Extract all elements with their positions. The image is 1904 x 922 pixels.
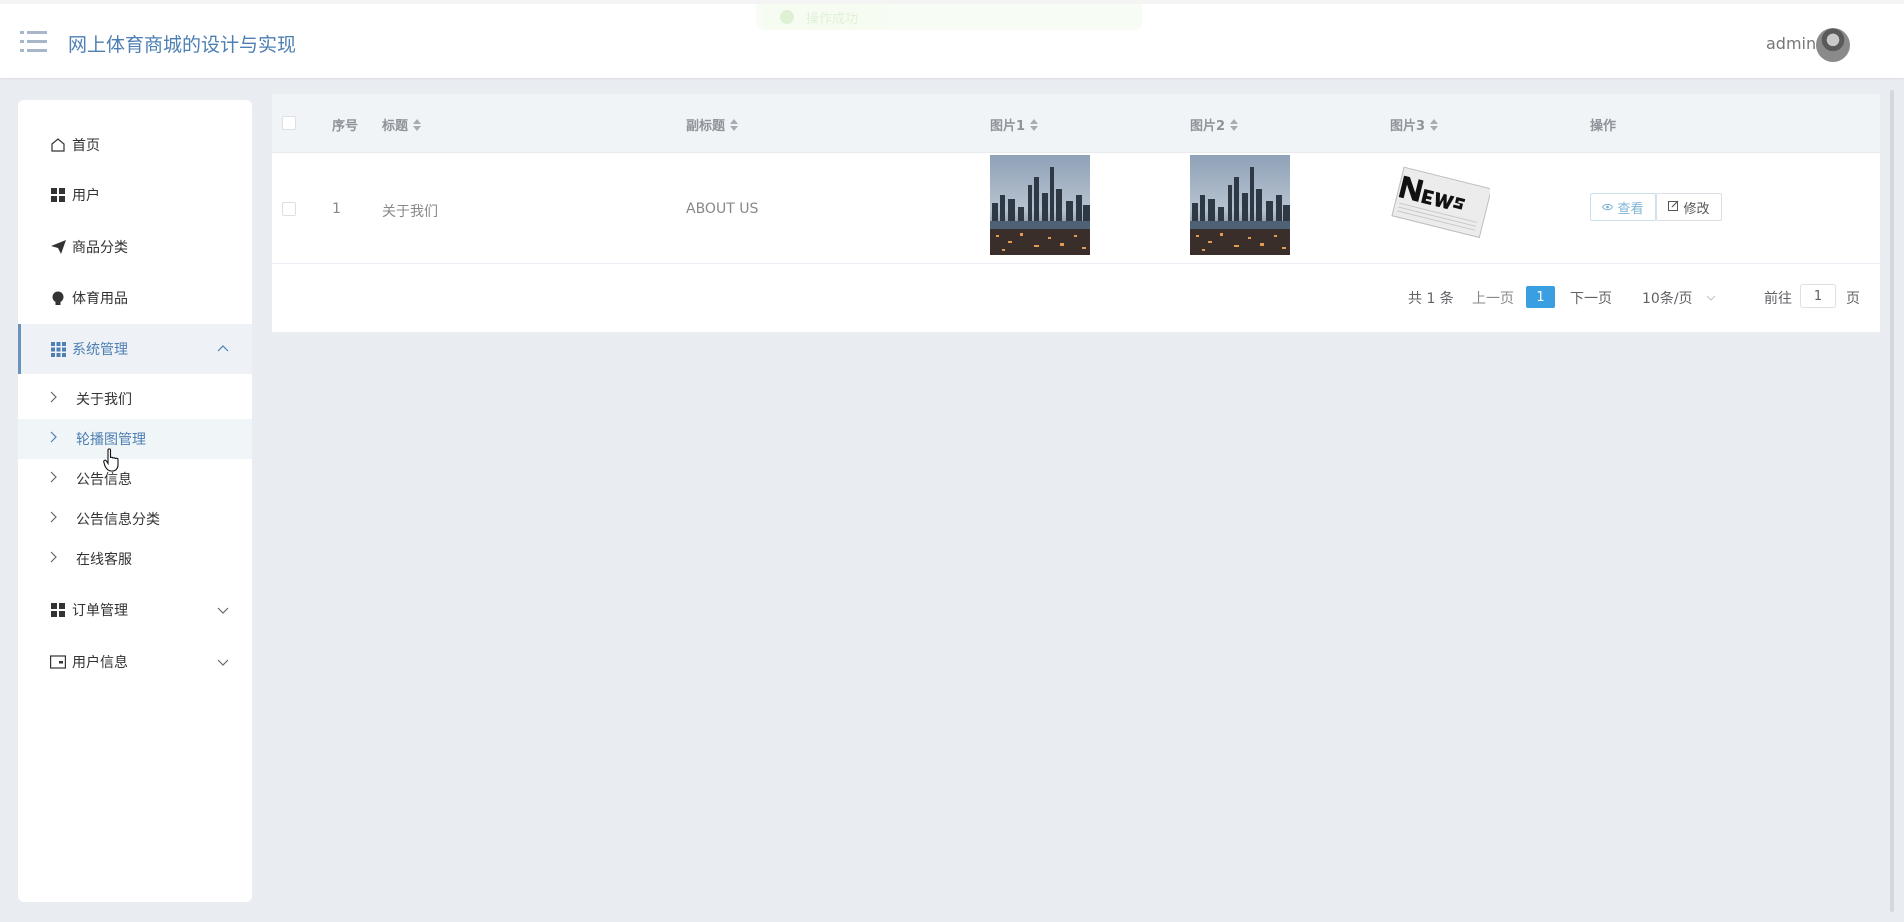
total-count: 共 1 条	[1408, 291, 1454, 307]
city-skyline-image[interactable]	[990, 155, 1090, 255]
row-checkbox[interactable]	[282, 202, 296, 216]
column-header-label: 图片1	[990, 119, 1026, 134]
column-header[interactable]: 图片1	[990, 115, 1039, 134]
chevron-down-icon[interactable]	[1706, 290, 1716, 306]
top-header: 网上体育商城的设计与实现 操作成功 admin	[0, 0, 1904, 78]
submenu-item-about[interactable]: 关于我们	[18, 379, 252, 419]
next-page-button[interactable]: 下一页	[1570, 288, 1612, 308]
sidebar-item-orders[interactable]: 订单管理	[18, 585, 252, 635]
goto-prefix: 前往	[1764, 291, 1792, 307]
sidebar-item-label: 用户信息	[72, 655, 128, 671]
submenu-item-notice-categories[interactable]: 公告信息分类	[18, 499, 252, 539]
sidebar-item-label: 用户	[72, 188, 100, 204]
submenu-item-carousel[interactable]: 轮播图管理	[18, 419, 252, 459]
paper-plane-icon	[50, 239, 66, 255]
sort-icon[interactable]	[730, 118, 739, 131]
table-row: 1 关于我们 ABOUT US 查看 修改	[272, 154, 1880, 264]
chevron-down-icon	[216, 655, 230, 669]
home-icon	[50, 137, 66, 153]
page-number-current[interactable]: 1	[1526, 286, 1555, 308]
column-header: 序号	[332, 115, 358, 134]
page-scrollbar[interactable]	[1890, 90, 1894, 912]
column-header-label: 序号	[332, 119, 359, 134]
column-header: 操作	[1590, 115, 1616, 134]
sidebar-item-user-info[interactable]: 用户信息	[18, 637, 252, 687]
sort-icon[interactable]	[1030, 118, 1039, 131]
sidebar-item-label: 系统管理	[72, 342, 128, 358]
sidebar-item-label: 商品分类	[72, 240, 128, 256]
chevron-right-icon	[50, 391, 62, 407]
sort-icon[interactable]	[1230, 118, 1239, 131]
avatar[interactable]	[1816, 28, 1850, 62]
submenu-item-label: 轮播图管理	[76, 432, 146, 448]
view-button-label: 查看	[1617, 201, 1644, 217]
column-header-label: 操作	[1590, 119, 1617, 134]
sidebar-item-label: 首页	[72, 138, 100, 154]
submenu-item-label: 关于我们	[76, 392, 132, 408]
toast-message: 操作成功	[806, 12, 859, 27]
submenu-item-label: 在线客服	[76, 552, 132, 568]
sidebar-item-label: 订单管理	[72, 603, 128, 619]
chevron-up-icon	[216, 342, 230, 356]
goto-suffix: 页	[1846, 291, 1860, 307]
news-paper-image[interactable]	[1390, 155, 1490, 255]
chevron-right-icon	[50, 511, 62, 527]
column-header-label: 图片3	[1390, 119, 1426, 134]
city-skyline-image[interactable]	[1190, 155, 1290, 255]
column-header[interactable]: 图片2	[1190, 115, 1239, 134]
goto-page-input[interactable]: 1	[1800, 284, 1836, 308]
submenu-item-notices[interactable]: 公告信息	[18, 459, 252, 499]
select-all-checkbox[interactable]	[282, 116, 296, 130]
prev-page-button[interactable]: 上一页	[1472, 288, 1514, 308]
submenu-item-online-service[interactable]: 在线客服	[18, 539, 252, 579]
wallet-icon	[50, 654, 66, 670]
view-button[interactable]: 查看	[1590, 193, 1656, 221]
column-header-label: 图片2	[1190, 119, 1226, 134]
site-title: 网上体育商城的设计与实现	[68, 34, 297, 56]
data-table-card: 序号 标题 副标题 图片1 图片2 图片3 操作 1 关于我们 ABOUT US	[272, 94, 1880, 332]
grid-icon	[50, 602, 66, 618]
sidebar-item-label: 体育用品	[72, 291, 128, 307]
edit-button-label: 修改	[1683, 201, 1710, 217]
eye-icon	[1602, 201, 1614, 214]
success-toast: 操作成功	[756, 4, 1142, 30]
sidebar-item-categories[interactable]: 商品分类	[18, 222, 252, 272]
edit-button[interactable]: 修改	[1656, 193, 1722, 221]
column-header[interactable]: 图片3	[1390, 115, 1439, 134]
menu-toggle-icon[interactable]	[20, 30, 48, 54]
chevron-down-icon	[216, 603, 230, 617]
column-header[interactable]: 标题	[382, 115, 422, 134]
sidebar: 首页 用户 商品分类 体育用品 系统管理 关于我们 轮播图管理 公告信息 公告信…	[18, 100, 252, 902]
hand-cursor-icon	[103, 448, 121, 472]
chevron-right-icon	[50, 551, 62, 567]
submenu-item-label: 公告信息分类	[76, 512, 160, 528]
sort-icon[interactable]	[413, 118, 422, 131]
column-header[interactable]: 副标题	[686, 115, 739, 134]
sidebar-item-system[interactable]: 系统管理	[18, 324, 252, 374]
table-header: 序号 标题 副标题 图片1 图片2 图片3 操作	[272, 94, 1880, 153]
row-index: 1	[332, 201, 341, 217]
column-header-label: 副标题	[686, 119, 726, 134]
sidebar-item-home[interactable]: 首页	[18, 120, 252, 170]
row-subtitle: ABOUT US	[686, 201, 759, 217]
column-header-label: 标题	[382, 119, 409, 134]
grid-icon	[50, 187, 66, 203]
user-name[interactable]: admin	[1766, 34, 1816, 53]
row-title: 关于我们	[382, 204, 438, 220]
page-size-select[interactable]: 10条/页	[1642, 288, 1693, 308]
sidebar-item-users[interactable]: 用户	[18, 170, 252, 220]
sort-icon[interactable]	[1430, 118, 1439, 131]
sidebar-item-sports-goods[interactable]: 体育用品	[18, 273, 252, 323]
edit-icon	[1668, 200, 1679, 214]
lightbulb-icon	[50, 290, 66, 306]
apps-icon	[50, 341, 66, 357]
success-icon	[780, 10, 794, 24]
chevron-right-icon	[50, 431, 62, 447]
chevron-right-icon	[50, 471, 62, 487]
